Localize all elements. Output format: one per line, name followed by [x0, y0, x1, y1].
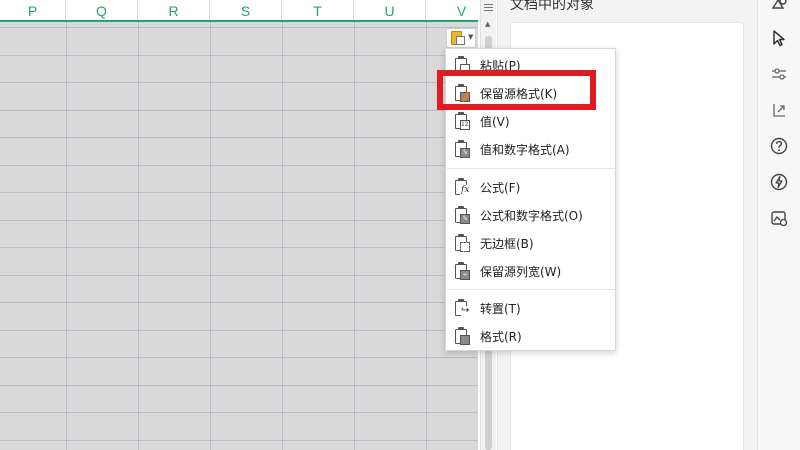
keep-column-width-icon: ↔: [454, 262, 472, 280]
menu-item-label: 保留源列宽(W): [480, 265, 562, 279]
menu-item-values-number-format[interactable]: % 值和数字格式(A): [447, 136, 615, 162]
grid-row-line: [0, 275, 478, 276]
dropdown-arrow-icon: ▼: [468, 33, 474, 41]
menu-separator: [447, 168, 615, 169]
paste-options-button[interactable]: ▼: [446, 28, 476, 48]
menu-item-label: 转置(T): [480, 302, 521, 316]
grid-row-line: [0, 357, 478, 358]
no-borders-icon: [454, 234, 472, 252]
column-header-t[interactable]: T: [282, 0, 354, 20]
spreadsheet-area[interactable]: P Q R S T U V ▼: [0, 0, 478, 450]
grid-column-line: [282, 22, 283, 450]
paste-formula-icon: fx: [454, 178, 472, 196]
grid-row-line: [0, 330, 478, 331]
objects-pane-title: 文档中的对象: [510, 0, 594, 13]
transpose-icon: ↪: [454, 299, 472, 317]
grid-row-line: [0, 192, 478, 193]
scroll-up-arrow-icon[interactable]: ▲: [485, 20, 490, 28]
grid-row-line: [0, 27, 478, 28]
grid-row-line: [0, 302, 478, 303]
grid-row-line: [0, 137, 478, 138]
grid-row-line: [0, 82, 478, 83]
grid-row-line: [0, 55, 478, 56]
grid-column-line: [426, 22, 427, 450]
menu-item-label: 公式和数字格式(O): [480, 209, 583, 223]
split-menu-icon[interactable]: [484, 4, 493, 11]
adjust-icon[interactable]: [767, 62, 791, 86]
grid-column-line: [66, 22, 67, 450]
menu-item-label: 格式(R): [480, 330, 522, 344]
column-header-r[interactable]: R: [138, 0, 210, 20]
cell-grid[interactable]: [0, 22, 478, 450]
resize-icon[interactable]: [767, 98, 791, 122]
menu-item-paste-formula[interactable]: fx 公式(F): [447, 174, 615, 200]
shapes-icon[interactable]: [767, 0, 791, 16]
grid-row-line: [0, 165, 478, 166]
menu-item-label: 值(V): [480, 115, 510, 129]
column-header-p[interactable]: P: [0, 0, 66, 20]
grid-row-line: [0, 440, 478, 441]
formula-number-format-icon: %: [454, 206, 472, 224]
grid-row-line: [0, 412, 478, 413]
menu-item-no-borders[interactable]: 无边框(B): [447, 230, 615, 256]
column-header-s[interactable]: S: [210, 0, 282, 20]
grid-column-line: [138, 22, 139, 450]
grid-row-line: [0, 247, 478, 248]
paste-values-icon: 123: [454, 112, 472, 130]
column-header-q[interactable]: Q: [66, 0, 138, 20]
grid-row-line: [0, 220, 478, 221]
image-tool-icon[interactable]: [767, 206, 791, 230]
highlight-annotation-box: [437, 70, 596, 110]
flash-icon[interactable]: [767, 170, 791, 194]
menu-item-paste-values[interactable]: 123 值(V): [447, 108, 615, 134]
grid-column-line: [354, 22, 355, 450]
column-header-u[interactable]: U: [354, 0, 426, 20]
menu-separator: [447, 289, 615, 290]
menu-item-label: 值和数字格式(A): [480, 143, 570, 157]
help-icon[interactable]: [767, 134, 791, 158]
menu-item-label: 公式(F): [480, 181, 521, 195]
menu-item-paste-formatting[interactable]: 格式(R): [447, 323, 615, 349]
menu-item-formula-number-format[interactable]: % 公式和数字格式(O): [447, 202, 615, 228]
menu-item-transpose[interactable]: ↪ 转置(T): [447, 295, 615, 321]
grid-column-line: [210, 22, 211, 450]
menu-item-label: 无边框(B): [480, 237, 534, 251]
grid-row-line: [0, 110, 478, 111]
column-header-bar: P Q R S T U V: [0, 0, 478, 22]
paste-formatting-icon: [454, 327, 472, 345]
select-pointer-icon[interactable]: [767, 26, 791, 50]
values-number-format-icon: %: [454, 140, 472, 158]
column-header-v[interactable]: V: [426, 0, 478, 20]
right-sidebar-toolbar: [757, 0, 800, 450]
grid-row-line: [0, 385, 478, 386]
menu-item-keep-column-width[interactable]: ↔ 保留源列宽(W): [447, 258, 615, 284]
